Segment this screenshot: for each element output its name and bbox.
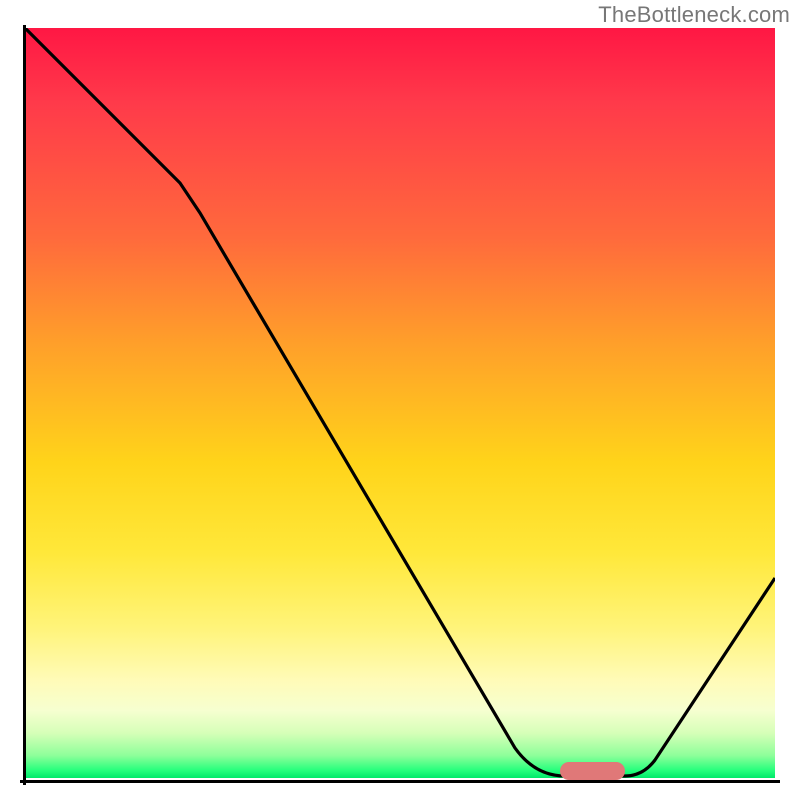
x-axis: [20, 780, 780, 783]
watermark-text: TheBottleneck.com: [598, 2, 790, 28]
y-axis: [23, 25, 26, 785]
plot-area: [25, 28, 775, 778]
highlight-marker: [560, 762, 625, 780]
heat-gradient-background: [25, 28, 775, 778]
chart-container: TheBottleneck.com: [0, 0, 800, 800]
